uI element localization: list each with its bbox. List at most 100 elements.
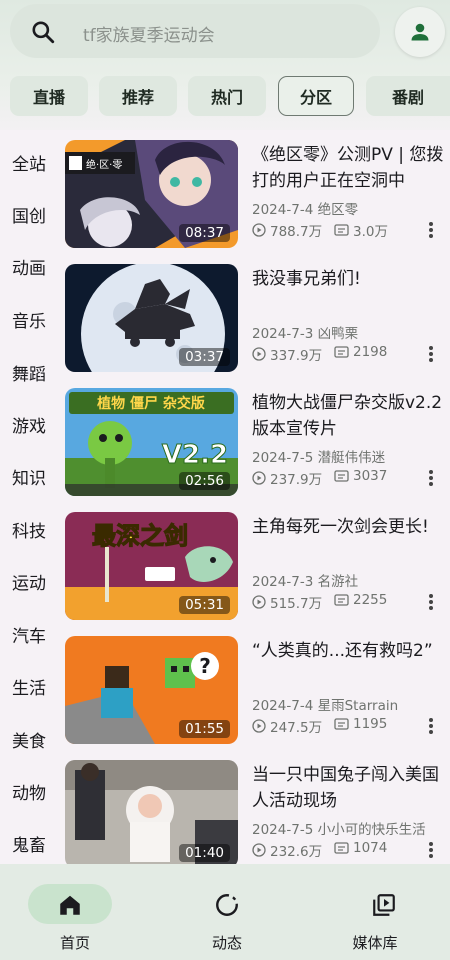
video-thumbnail[interactable]: 01:40: [65, 760, 238, 868]
video-thumbnail[interactable]: ? 01:55: [65, 636, 238, 744]
play-count-icon: [252, 595, 266, 609]
category-item[interactable]: 生活: [0, 674, 58, 699]
tab-label: 推荐: [121, 88, 154, 107]
tab-partition[interactable]: 分区: [278, 76, 354, 116]
danmaku-count: 1074: [334, 840, 387, 856]
more-vert-icon[interactable]: [427, 344, 435, 364]
play-count-icon: [252, 843, 266, 857]
video-card[interactable]: 最深之剑 05:31 主角每死一次剑会更长! 2024-7-3 名游社 515.…: [65, 512, 445, 620]
dynamic-icon: [216, 894, 238, 916]
category-item[interactable]: 全站: [0, 150, 58, 175]
tab-bar: 直播 推荐 热门 分区 番剧: [0, 76, 450, 116]
video-thumbnail[interactable]: 03:37: [65, 264, 238, 372]
view-count: 247.5万: [252, 716, 322, 736]
video-card[interactable]: 绝·区·零 08:37 《绝区零》公测PV | 您拨打的用户正在空洞中 2024…: [65, 140, 445, 248]
view-count-text: 515.7万: [270, 596, 323, 612]
author-name: 小小可的快乐生活: [317, 822, 426, 838]
author-name: 绝区零: [317, 202, 359, 218]
tab-label: 直播: [32, 88, 65, 107]
category-item[interactable]: 动画: [0, 254, 58, 279]
danmaku-icon: [334, 842, 349, 854]
category-item[interactable]: 美食: [0, 727, 58, 752]
view-count: 515.7万: [252, 592, 322, 612]
video-title[interactable]: “人类真的...还有救吗2”: [252, 638, 444, 664]
duration-badge: 01:55: [179, 720, 230, 738]
play-count-icon: [252, 347, 266, 361]
view-count-text: 232.6万: [270, 844, 323, 860]
danmaku-count-text: 3037: [353, 468, 388, 484]
more-vert-icon[interactable]: [427, 716, 435, 736]
more-vert-icon[interactable]: [427, 840, 435, 860]
video-card[interactable]: 03:37 我没事兄弟们! 2024-7-3 凶鸭栗 337.9万 2198: [65, 264, 445, 372]
nav-media-library[interactable]: 媒体库: [300, 864, 450, 960]
video-meta: 2024-7-3 名游社: [252, 570, 358, 590]
duration-badge: 01:40: [179, 844, 230, 862]
search-bar[interactable]: tf家族夏季运动会: [10, 4, 380, 58]
tab-label: 分区: [299, 88, 332, 107]
view-count-text: 788.7万: [270, 224, 323, 240]
publish-date: 2024-7-3: [252, 574, 314, 590]
category-item[interactable]: 动物: [0, 779, 58, 804]
view-count: 237.9万: [252, 468, 322, 488]
category-item[interactable]: 运动: [0, 569, 58, 594]
category-item[interactable]: 知识: [0, 464, 58, 489]
danmaku-icon: [334, 470, 349, 482]
danmaku-count-text: 2198: [353, 344, 388, 360]
video-meta: 2024-7-3 凶鸭栗: [252, 322, 358, 342]
more-vert-icon[interactable]: [427, 592, 435, 612]
avatar-button[interactable]: [395, 7, 445, 57]
more-vert-icon[interactable]: [427, 468, 435, 488]
tab-recommend[interactable]: 推荐: [99, 76, 177, 116]
author-name: 潜艇伟伟迷: [317, 450, 386, 466]
tab-bangumi[interactable]: 番剧: [366, 76, 450, 116]
category-item[interactable]: 国创: [0, 202, 58, 227]
nav-label: 动态: [211, 934, 242, 952]
duration-badge: 02:56: [179, 472, 230, 490]
video-title[interactable]: 我没事兄弟们!: [252, 266, 444, 292]
danmaku-count-text: 3.0万: [353, 224, 388, 240]
video-meta: 2024-7-4 绝区零: [252, 198, 358, 218]
danmaku-icon: [334, 346, 349, 358]
danmaku-icon: [334, 594, 349, 606]
category-item[interactable]: 科技: [0, 517, 58, 542]
category-item[interactable]: 音乐: [0, 307, 58, 332]
more-vert-icon[interactable]: [427, 220, 435, 240]
video-title[interactable]: 当一只中国兔子闯入美国人活动现场: [252, 762, 444, 814]
video-title[interactable]: 主角每死一次剑会更长!: [252, 514, 444, 540]
danmaku-count-text: 2255: [353, 592, 388, 608]
video-card[interactable]: 植物 僵尸 杂交版 V2.2 02:56 植物大战僵尸杂交版v2.2版本宣传片 …: [65, 388, 445, 496]
video-stats: 337.9万 2198: [252, 344, 444, 364]
category-item[interactable]: 鬼畜: [0, 831, 58, 856]
video-thumbnail[interactable]: 植物 僵尸 杂交版 V2.2 02:56: [65, 388, 238, 496]
video-thumbnail[interactable]: 最深之剑 05:31: [65, 512, 238, 620]
danmaku-count: 3.0万: [334, 220, 388, 240]
publish-date: 2024-7-3: [252, 326, 314, 342]
danmaku-count-text: 1074: [353, 840, 388, 856]
media-library-icon: [373, 894, 395, 916]
video-stats: 232.6万 1074: [252, 840, 444, 860]
tab-live[interactable]: 直播: [10, 76, 88, 116]
tab-label: 热门: [210, 88, 243, 107]
video-card[interactable]: 01:40 当一只中国兔子闯入美国人活动现场 2024-7-5 小小可的快乐生活…: [65, 760, 445, 868]
nav-home[interactable]: 首页: [0, 864, 150, 960]
tab-label: 番剧: [391, 88, 424, 107]
category-item[interactable]: 舞蹈: [0, 360, 58, 385]
bottom-navigation: 首页 动态 媒体库: [0, 864, 450, 960]
nav-dynamic[interactable]: 动态: [152, 864, 302, 960]
view-count-text: 337.9万: [270, 348, 323, 364]
video-thumbnail[interactable]: 绝·区·零 08:37: [65, 140, 238, 248]
video-meta: 2024-7-5 潜艇伟伟迷: [252, 446, 385, 466]
thumbnail-title-text: 植物 僵尸 杂交版: [96, 395, 205, 412]
video-card[interactable]: ? 01:55 “人类真的...还有救吗2” 2024-7-4 星雨Starra…: [65, 636, 445, 744]
category-item[interactable]: 游戏: [0, 412, 58, 437]
thumbnail-logo-text: 绝·区·零: [86, 158, 122, 171]
video-title[interactable]: 《绝区零》公测PV | 您拨打的用户正在空洞中: [252, 142, 444, 194]
publish-date: 2024-7-4: [252, 202, 314, 218]
duration-badge: 03:37: [179, 348, 230, 366]
video-title[interactable]: 植物大战僵尸杂交版v2.2版本宣传片: [252, 390, 444, 442]
category-item[interactable]: 汽车: [0, 622, 58, 647]
danmaku-icon: [334, 718, 349, 730]
play-count-icon: [252, 223, 266, 237]
nav-label: 媒体库: [352, 934, 398, 952]
tab-hot[interactable]: 热门: [188, 76, 266, 116]
